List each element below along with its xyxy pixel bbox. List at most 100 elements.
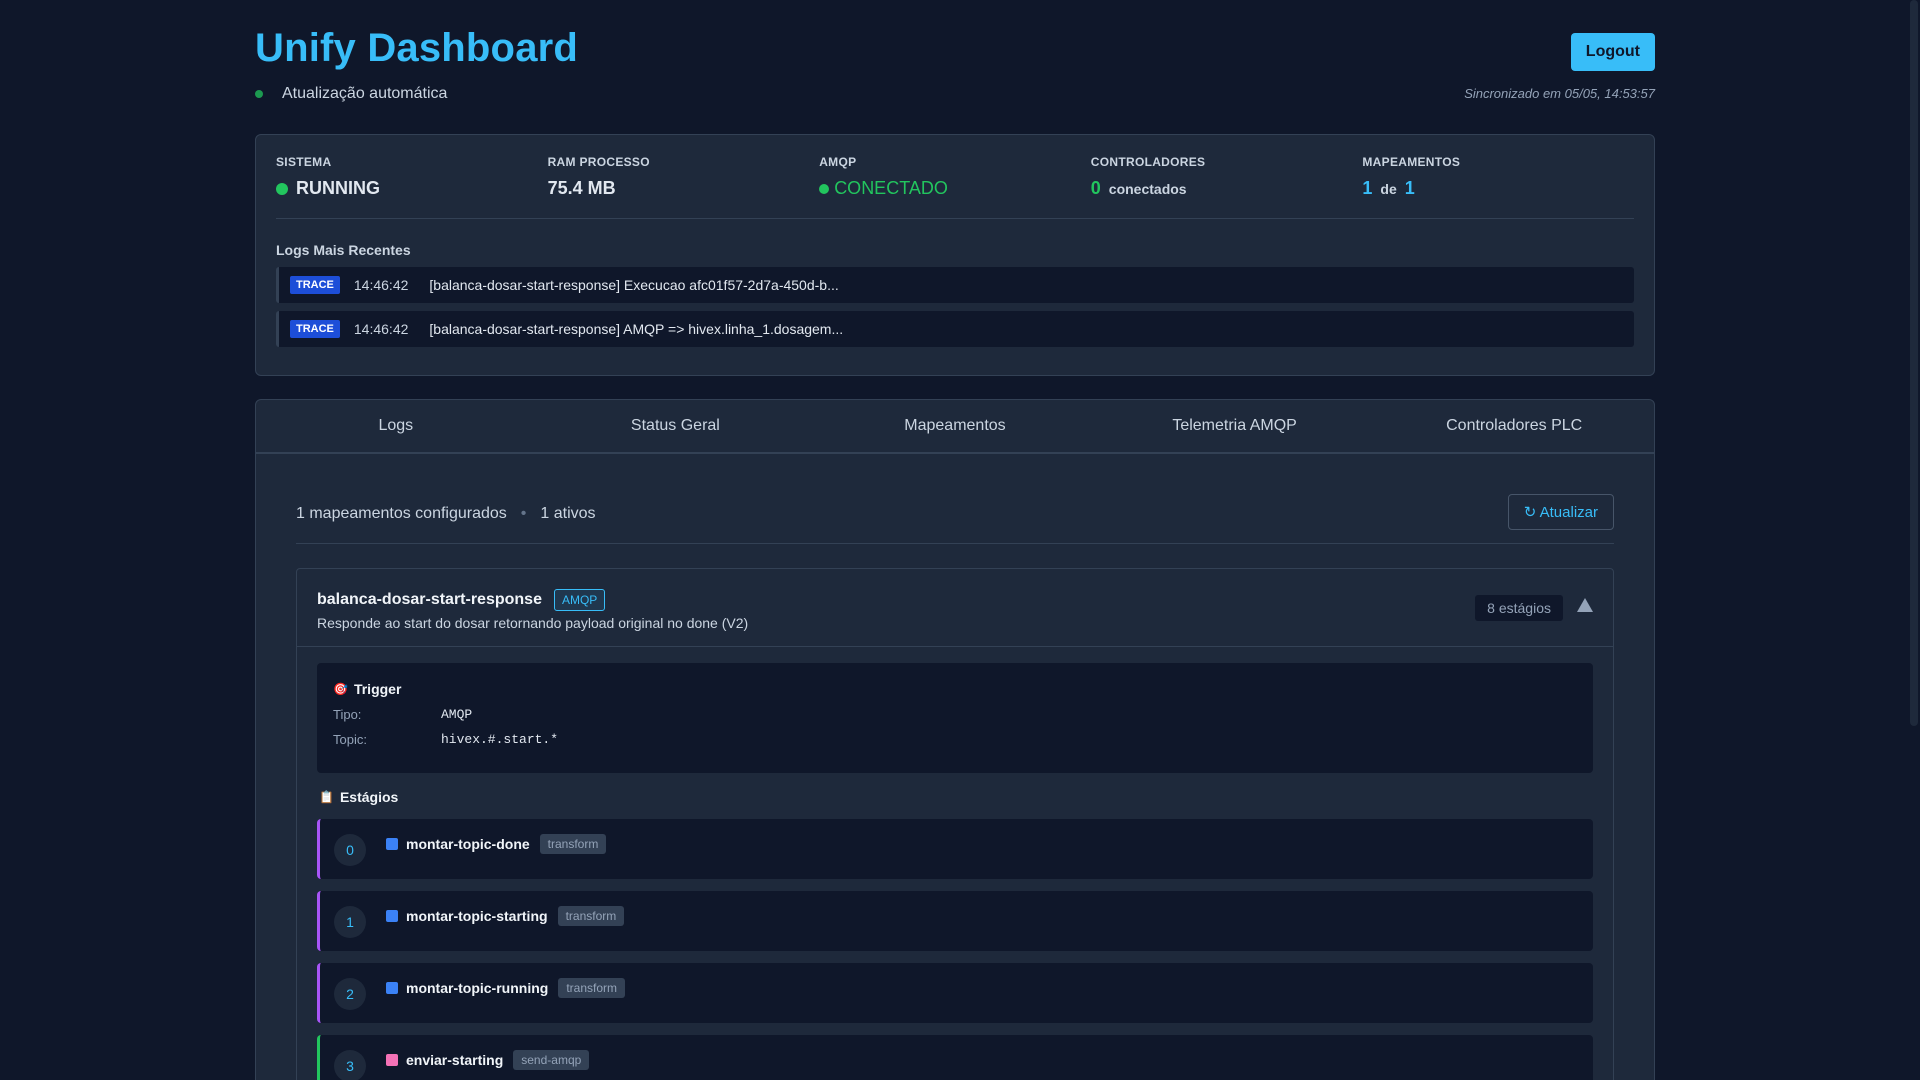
stage-number: 2 <box>334 978 366 1010</box>
stage-type-badge: transform <box>558 978 625 998</box>
stage-type-badge: transform <box>557 906 625 926</box>
auto-update-indicator: Atualização automática <box>255 85 447 103</box>
configured-count: 1 mapeamentos configurados <box>296 504 507 522</box>
stat-sistema: SISTEMA RUNNING <box>276 153 548 218</box>
connected-dot-icon <box>819 183 830 194</box>
stage-info: montar-topic-done transform <box>386 834 607 854</box>
collapse-caret-icon[interactable] <box>1577 598 1593 612</box>
stat-ram: RAM PROCESSO 75.4 MB <box>548 153 820 218</box>
mappings-content: 1 mapeamentos configurados • 1 ativos ↻ … <box>256 454 1654 1080</box>
mapeamentos-active: 1 <box>1362 178 1373 198</box>
stat-amqp: AMQP CONECTADO <box>819 153 1091 218</box>
stat-controladores: CONTROLADORES 0 conectados <box>1091 153 1363 218</box>
stage-item[interactable]: 0 montar-topic-done transform <box>317 819 1593 879</box>
stage-type-badge: send-amqp <box>513 1050 590 1070</box>
stat-label: AMQP <box>819 155 857 169</box>
summary-separator: • <box>520 504 527 522</box>
log-level-badge: TRACE <box>290 320 340 338</box>
transform-icon <box>386 982 398 994</box>
transform-icon <box>386 838 398 850</box>
controladores-count: 0 <box>1090 178 1101 198</box>
stage-info: montar-topic-running transform <box>386 978 625 998</box>
mapeamentos-total: 1 <box>1404 178 1415 198</box>
trigger-title-label: Trigger <box>353 681 402 697</box>
stage-number: 3 <box>334 1050 366 1080</box>
mapping-body: 🎯 Trigger Tipo: AMQP Topic: hivex.#.star… <box>297 647 1613 1080</box>
stat-mapeamentos: MAPEAMENTOS 1 de 1 <box>1362 153 1634 218</box>
stage-name: montar-topic-running <box>406 980 549 996</box>
active-count: 1 ativos <box>540 504 596 522</box>
status-panel: SISTEMA RUNNING RAM PROCESSO 75.4 MB AMQ… <box>255 134 1655 376</box>
stages-title-label: Estágios <box>339 789 399 805</box>
controladores-suffix: conectados <box>1108 180 1187 197</box>
target-icon: 🎯 <box>333 682 348 696</box>
trigger-tipo-row: Tipo: AMQP <box>333 707 1577 722</box>
log-row: TRACE 14:46:42 [balanca-dosar-start-resp… <box>276 267 1634 303</box>
tab-controladores-plc[interactable]: Controladores PLC <box>1374 400 1654 452</box>
stat-value: CONECTADO <box>819 178 1091 199</box>
clipboard-icon: 📋 <box>319 790 334 804</box>
dashboard: Unify Dashboard Atualização automática L… <box>255 0 1655 1080</box>
stage-name: montar-topic-starting <box>406 908 548 924</box>
stat-value: 0 conectados <box>1091 178 1363 199</box>
stage-info: enviar-starting send-amqp <box>386 1050 590 1070</box>
log-message: [balanca-dosar-start-response] AMQP => h… <box>429 321 844 337</box>
sync-timestamp: Sincronizado em 05/05, 14:53:57 <box>1464 86 1655 101</box>
stage-type-badge: transform <box>539 834 607 854</box>
recent-logs-title: Logs Mais Recentes <box>276 242 411 258</box>
stat-label: MAPEAMENTOS <box>1362 155 1461 169</box>
tab-bar: Logs Status Geral Mapeamentos Telemetria… <box>256 400 1654 454</box>
tipo-label: Tipo: <box>333 707 362 722</box>
log-time: 14:46:42 <box>353 321 409 337</box>
stat-value: RUNNING <box>276 178 548 199</box>
trigger-title: 🎯 Trigger <box>333 681 1577 697</box>
running-dot-icon <box>276 182 288 195</box>
stat-label: CONTROLADORES <box>1090 155 1206 169</box>
stat-label: RAM PROCESSO <box>547 155 650 169</box>
stage-info: montar-topic-starting transform <box>386 906 625 926</box>
page-scrollbar[interactable] <box>1908 0 1920 1080</box>
log-row: TRACE 14:46:42 [balanca-dosar-start-resp… <box>276 311 1634 347</box>
tab-mapeamentos[interactable]: Mapeamentos <box>815 400 1095 452</box>
header: Unify Dashboard Atualização automática L… <box>255 0 1655 130</box>
stage-number: 1 <box>334 906 366 938</box>
tab-logs[interactable]: Logs <box>256 400 536 452</box>
mapping-header[interactable]: balanca-dosar-start-response AMQP Respon… <box>297 569 1613 647</box>
sistema-value: RUNNING <box>296 178 380 198</box>
stage-name: montar-topic-done <box>406 836 530 852</box>
trigger-box: 🎯 Trigger Tipo: AMQP Topic: hivex.#.star… <box>317 663 1593 773</box>
mapping-title-row: balanca-dosar-start-response AMQP <box>317 589 1593 611</box>
log-message: [balanca-dosar-start-response] Execucao … <box>429 277 839 293</box>
amqp-value: CONECTADO <box>834 178 948 198</box>
stats-row: SISTEMA RUNNING RAM PROCESSO 75.4 MB AMQ… <box>276 153 1634 219</box>
transform-icon <box>386 910 398 922</box>
mapping-card: balanca-dosar-start-response AMQP Respon… <box>296 568 1614 1080</box>
mapping-type-badge: AMQP <box>553 589 606 611</box>
refresh-button[interactable]: ↻ Atualizar <box>1507 494 1614 530</box>
stages-title: 📋 Estágios <box>319 789 1593 805</box>
mapeamentos-sep: de <box>1380 180 1397 197</box>
mappings-summary: 1 mapeamentos configurados • 1 ativos ↻ … <box>296 494 1614 544</box>
stage-number: 0 <box>334 834 366 866</box>
mapping-description: Responde ao start do dosar retornando pa… <box>317 615 749 631</box>
page-title: Unify Dashboard <box>255 26 579 70</box>
tab-status-geral[interactable]: Status Geral <box>536 400 816 452</box>
tab-telemetria-amqp[interactable]: Telemetria AMQP <box>1095 400 1375 452</box>
auto-update-label: Atualização automática <box>282 85 448 102</box>
trigger-topic-row: Topic: hivex.#.start.* <box>333 732 1577 747</box>
stage-item[interactable]: 3 enviar-starting send-amqp <box>317 1035 1593 1080</box>
stat-label: SISTEMA <box>276 155 332 169</box>
stat-value: 1 de 1 <box>1362 178 1634 199</box>
scroll-thumb[interactable] <box>1910 0 1918 726</box>
topic-value: hivex.#.start.* <box>441 732 559 747</box>
stage-item[interactable]: 1 montar-topic-starting transform <box>317 891 1593 951</box>
stage-name: enviar-starting <box>406 1052 504 1068</box>
tipo-value: AMQP <box>441 707 473 722</box>
main-panel: Logs Status Geral Mapeamentos Telemetria… <box>255 399 1655 1080</box>
status-dot-icon <box>255 90 263 98</box>
log-time: 14:46:42 <box>353 277 409 293</box>
stages-count-badge: 8 estágios <box>1475 595 1563 621</box>
stage-item[interactable]: 2 montar-topic-running transform <box>317 963 1593 1023</box>
topic-label: Topic: <box>333 732 367 747</box>
logout-button[interactable]: Logout <box>1570 33 1655 71</box>
